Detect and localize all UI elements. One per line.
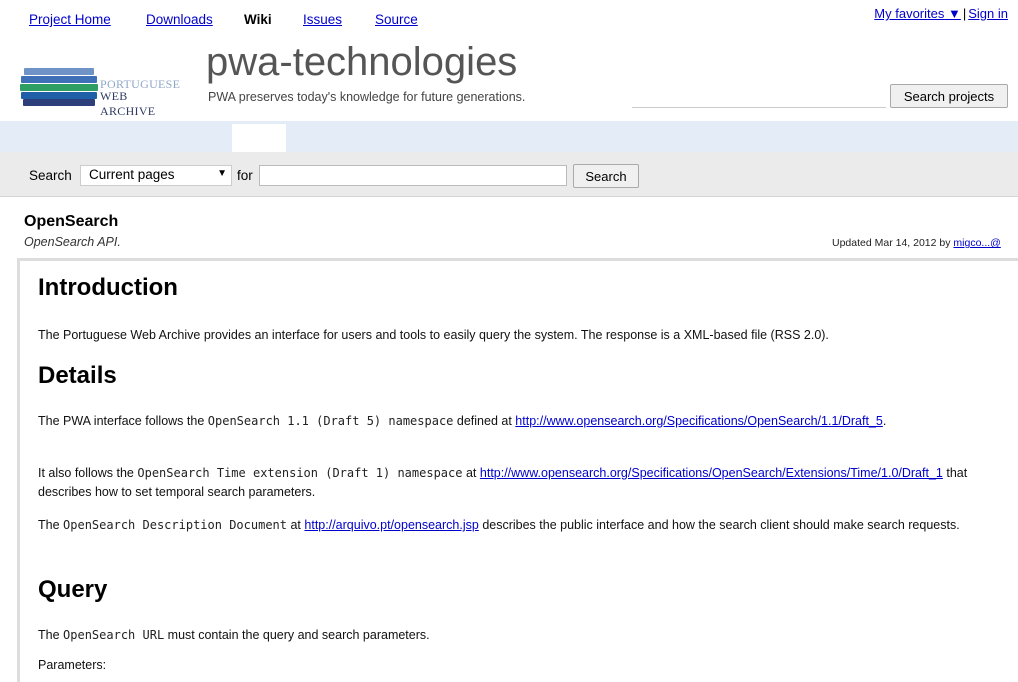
active-tab-background	[232, 124, 286, 153]
tab-source[interactable]: Source	[375, 12, 418, 27]
project-search-input[interactable]	[632, 85, 886, 108]
user-menu: My favorites ▼ | Sign in	[874, 6, 1008, 21]
for-label: for	[237, 168, 253, 183]
text: at	[290, 518, 301, 532]
text: .	[882, 414, 887, 428]
logo-stripes-icon	[20, 68, 98, 106]
tab-wiki[interactable]: Wiki	[244, 12, 272, 27]
project-name: pwa-technologies	[206, 40, 518, 84]
portuguese-web-archive-logo[interactable]: PORTUGUESE WEB ARCHIVE	[20, 68, 185, 118]
inline-code: OpenSearch URL	[63, 628, 165, 642]
my-favorites-label: My favorites	[874, 6, 945, 21]
query-paragraph: The OpenSearch URL must contain the quer…	[38, 626, 988, 645]
tab-issues[interactable]: Issues	[303, 12, 342, 27]
updated-info: Updated Mar 14, 2012 by migco...@	[832, 237, 1001, 249]
details-paragraph-2: It also follows the OpenSearch Time exte…	[38, 464, 988, 502]
wiki-search-input[interactable]	[259, 165, 567, 186]
text: The	[38, 518, 60, 532]
opensearch-time-extension-link[interactable]: http://www.opensearch.org/Specifications…	[480, 466, 943, 480]
updated-text: Updated Mar 14, 2012 by	[832, 237, 951, 249]
inline-code: OpenSearch Description Document	[63, 518, 287, 532]
details-paragraph-1: The PWA interface follows the OpenSearch…	[38, 412, 988, 431]
chevron-down-icon: ▼	[217, 168, 227, 179]
logo-text-web-archive: WEB ARCHIVE	[100, 89, 156, 118]
text: describes the public interface and how t…	[482, 518, 960, 532]
inline-code: OpenSearch 1.1 (Draft 5) namespace	[207, 414, 454, 428]
introduction-heading: Introduction	[38, 274, 178, 301]
opensearch-spec-link[interactable]: http://www.opensearch.org/Specifications…	[515, 414, 883, 428]
text: The	[38, 628, 60, 642]
details-heading: Details	[38, 362, 117, 389]
page-summary: OpenSearch API.	[24, 235, 121, 249]
project-summary: PWA preserves today's knowledge for futu…	[208, 90, 526, 104]
tab-project-home[interactable]: Project Home	[29, 12, 111, 27]
search-scope-select[interactable]: Current pages ▼	[80, 165, 232, 186]
text: at	[465, 466, 477, 480]
wiki-search-bar: Search Current pages ▼ for Search	[0, 152, 1018, 197]
parameters-label: Parameters:	[38, 658, 107, 672]
opensearch-description-link[interactable]: http://arquivo.pt/opensearch.jsp	[304, 518, 478, 532]
text: defined at	[456, 414, 512, 428]
author-link[interactable]: migco...@	[953, 237, 1000, 249]
query-heading: Query	[38, 576, 108, 603]
text: It also follows the	[38, 466, 134, 480]
text: The PWA interface follows the	[38, 414, 205, 428]
my-favorites-link[interactable]: My favorites ▼	[874, 6, 961, 21]
separator: |	[962, 6, 967, 21]
dropdown-arrow-icon: ▼	[947, 6, 961, 21]
search-label: Search	[29, 168, 72, 183]
page-title: OpenSearch	[24, 213, 119, 230]
inline-code: OpenSearch Time extension (Draft 1) name…	[137, 466, 463, 480]
wiki-search-button[interactable]: Search	[573, 164, 639, 188]
text: must contain the query and search parame…	[167, 628, 430, 642]
details-paragraph-3: The OpenSearch Description Document at h…	[38, 516, 988, 535]
search-projects-button[interactable]: Search projects	[890, 84, 1008, 108]
search-scope-value: Current pages	[89, 167, 175, 182]
tab-downloads[interactable]: Downloads	[146, 12, 213, 27]
project-tabs	[0, 121, 1018, 152]
introduction-text: The Portuguese Web Archive provides an i…	[38, 328, 829, 342]
sign-in-link[interactable]: Sign in	[968, 6, 1008, 21]
